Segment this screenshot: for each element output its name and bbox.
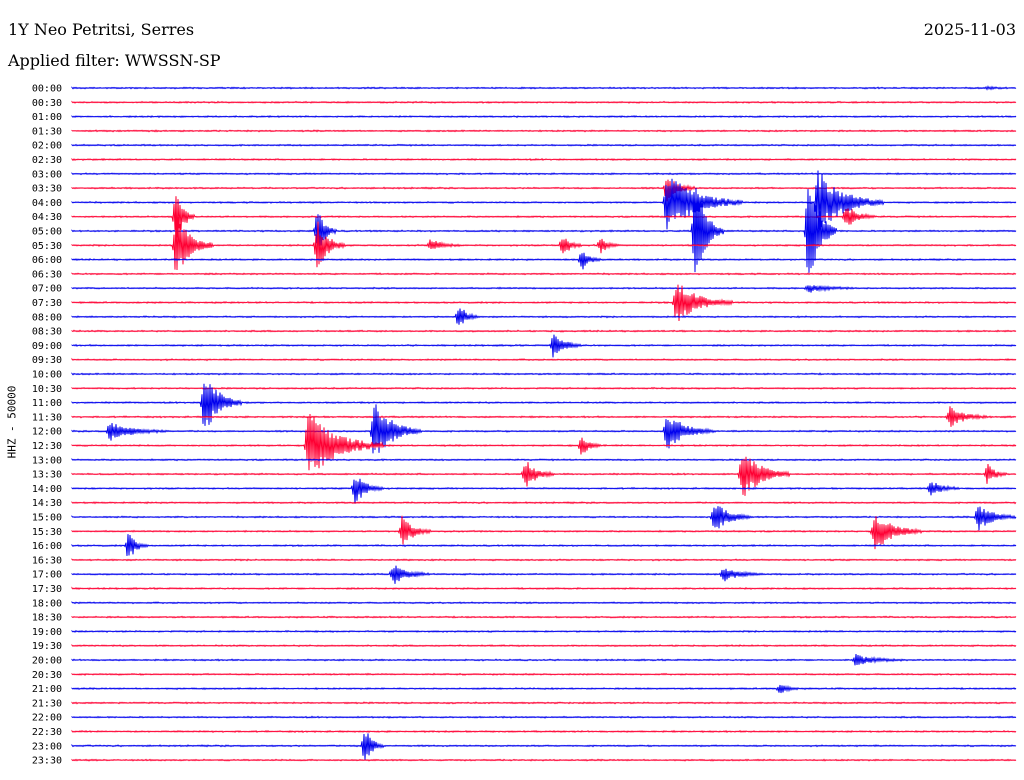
trace-row [71,284,1017,322]
row-label: 21:30 [32,698,62,709]
row-label: 15:00 [32,513,62,524]
row-label: 20:30 [32,670,62,681]
trace-row [71,615,1017,619]
row-label: 20:00 [32,656,62,667]
trace-row [71,372,1017,376]
row-label: 13:30 [32,470,62,481]
row-tick-labels: 00:00 00:30 01:00 01:30 02:00 02:30 03:00 03:30… [32,84,62,767]
row-label: 12:00 [32,427,62,438]
row-label: 01:00 [32,112,62,123]
row-label: 06:00 [32,255,62,266]
trace-row [71,478,1017,504]
trace-row [71,456,1017,496]
trace-row [71,252,1017,270]
trace-row [71,413,1017,471]
row-label: 13:00 [32,455,62,466]
trace-row [71,129,1017,133]
row-label: 04:30 [32,212,62,223]
trace-row [71,684,1017,694]
row-label: 23:30 [32,756,62,767]
row-label: 15:30 [32,527,62,538]
trace-layer [71,85,1017,762]
row-label: 10:30 [32,384,62,395]
helicorder-plot: 00:00 00:30 01:00 01:30 02:00 02:30 03:00 03:30… [32,84,1017,767]
trace-row [71,172,1017,176]
trace-row [71,586,1017,591]
row-label: 11:00 [32,398,62,409]
trace-row [71,85,1017,91]
trace-row [71,629,1017,634]
trace-row [71,386,1017,390]
row-label: 22:00 [32,713,62,724]
trace-row [71,114,1017,119]
trace-row [71,654,1017,666]
row-label: 17:00 [32,570,62,581]
row-label: 08:00 [32,312,62,323]
row-label: 12:30 [32,441,62,452]
row-label: 19:30 [32,641,62,652]
trace-row [71,501,1017,505]
row-label: 05:00 [32,227,62,238]
trace-row [71,643,1017,648]
row-label: 07:30 [32,298,62,309]
trace-row [71,729,1017,734]
row-label: 00:30 [32,98,62,109]
trace-row [71,143,1017,147]
row-label: 17:30 [32,584,62,595]
trace-row [71,179,1017,202]
row-label: 02:30 [32,155,62,166]
row-label: 18:00 [32,598,62,609]
trace-row [71,558,1017,562]
trace-row [71,672,1017,676]
row-label: 05:30 [32,241,62,252]
row-label: 21:00 [32,684,62,695]
row-label: 03:00 [32,169,62,180]
trace-row [71,733,1017,760]
trace-row [71,211,1017,271]
trace-row [71,565,1017,584]
row-label: 09:30 [32,355,62,366]
trace-row [71,329,1017,333]
row-label: 11:30 [32,412,62,423]
trace-row [71,457,1017,462]
trace-row [71,334,1017,358]
trace-row [71,357,1017,362]
row-label: 16:30 [32,555,62,566]
trace-row [71,758,1017,762]
row-label: 00:00 [32,84,62,95]
row-label: 01:30 [32,126,62,137]
trace-row [71,701,1017,705]
row-label: 09:00 [32,341,62,352]
row-label: 03:30 [32,184,62,195]
trace-row [71,272,1017,276]
trace-row [71,383,1017,426]
row-label: 16:00 [32,541,62,552]
row-label: 08:30 [32,327,62,338]
trace-row [71,715,1017,719]
row-label: 23:00 [32,741,62,752]
row-label: 06:30 [32,269,62,280]
row-label: 04:00 [32,198,62,209]
row-label: 18:30 [32,613,62,624]
row-label: 07:00 [32,284,62,295]
row-label: 10:00 [32,370,62,381]
trace-row [71,157,1017,162]
trace-row [71,284,1017,293]
trace-row [71,308,1017,325]
row-label: 02:00 [32,141,62,152]
trace-row [71,601,1017,605]
row-label: 14:00 [32,484,62,495]
row-label: 14:30 [32,498,62,509]
row-label: 19:00 [32,627,62,638]
trace-row [71,100,1017,104]
trace-row [71,406,1017,427]
row-label: 22:30 [32,727,62,738]
trace-row [71,170,1017,230]
